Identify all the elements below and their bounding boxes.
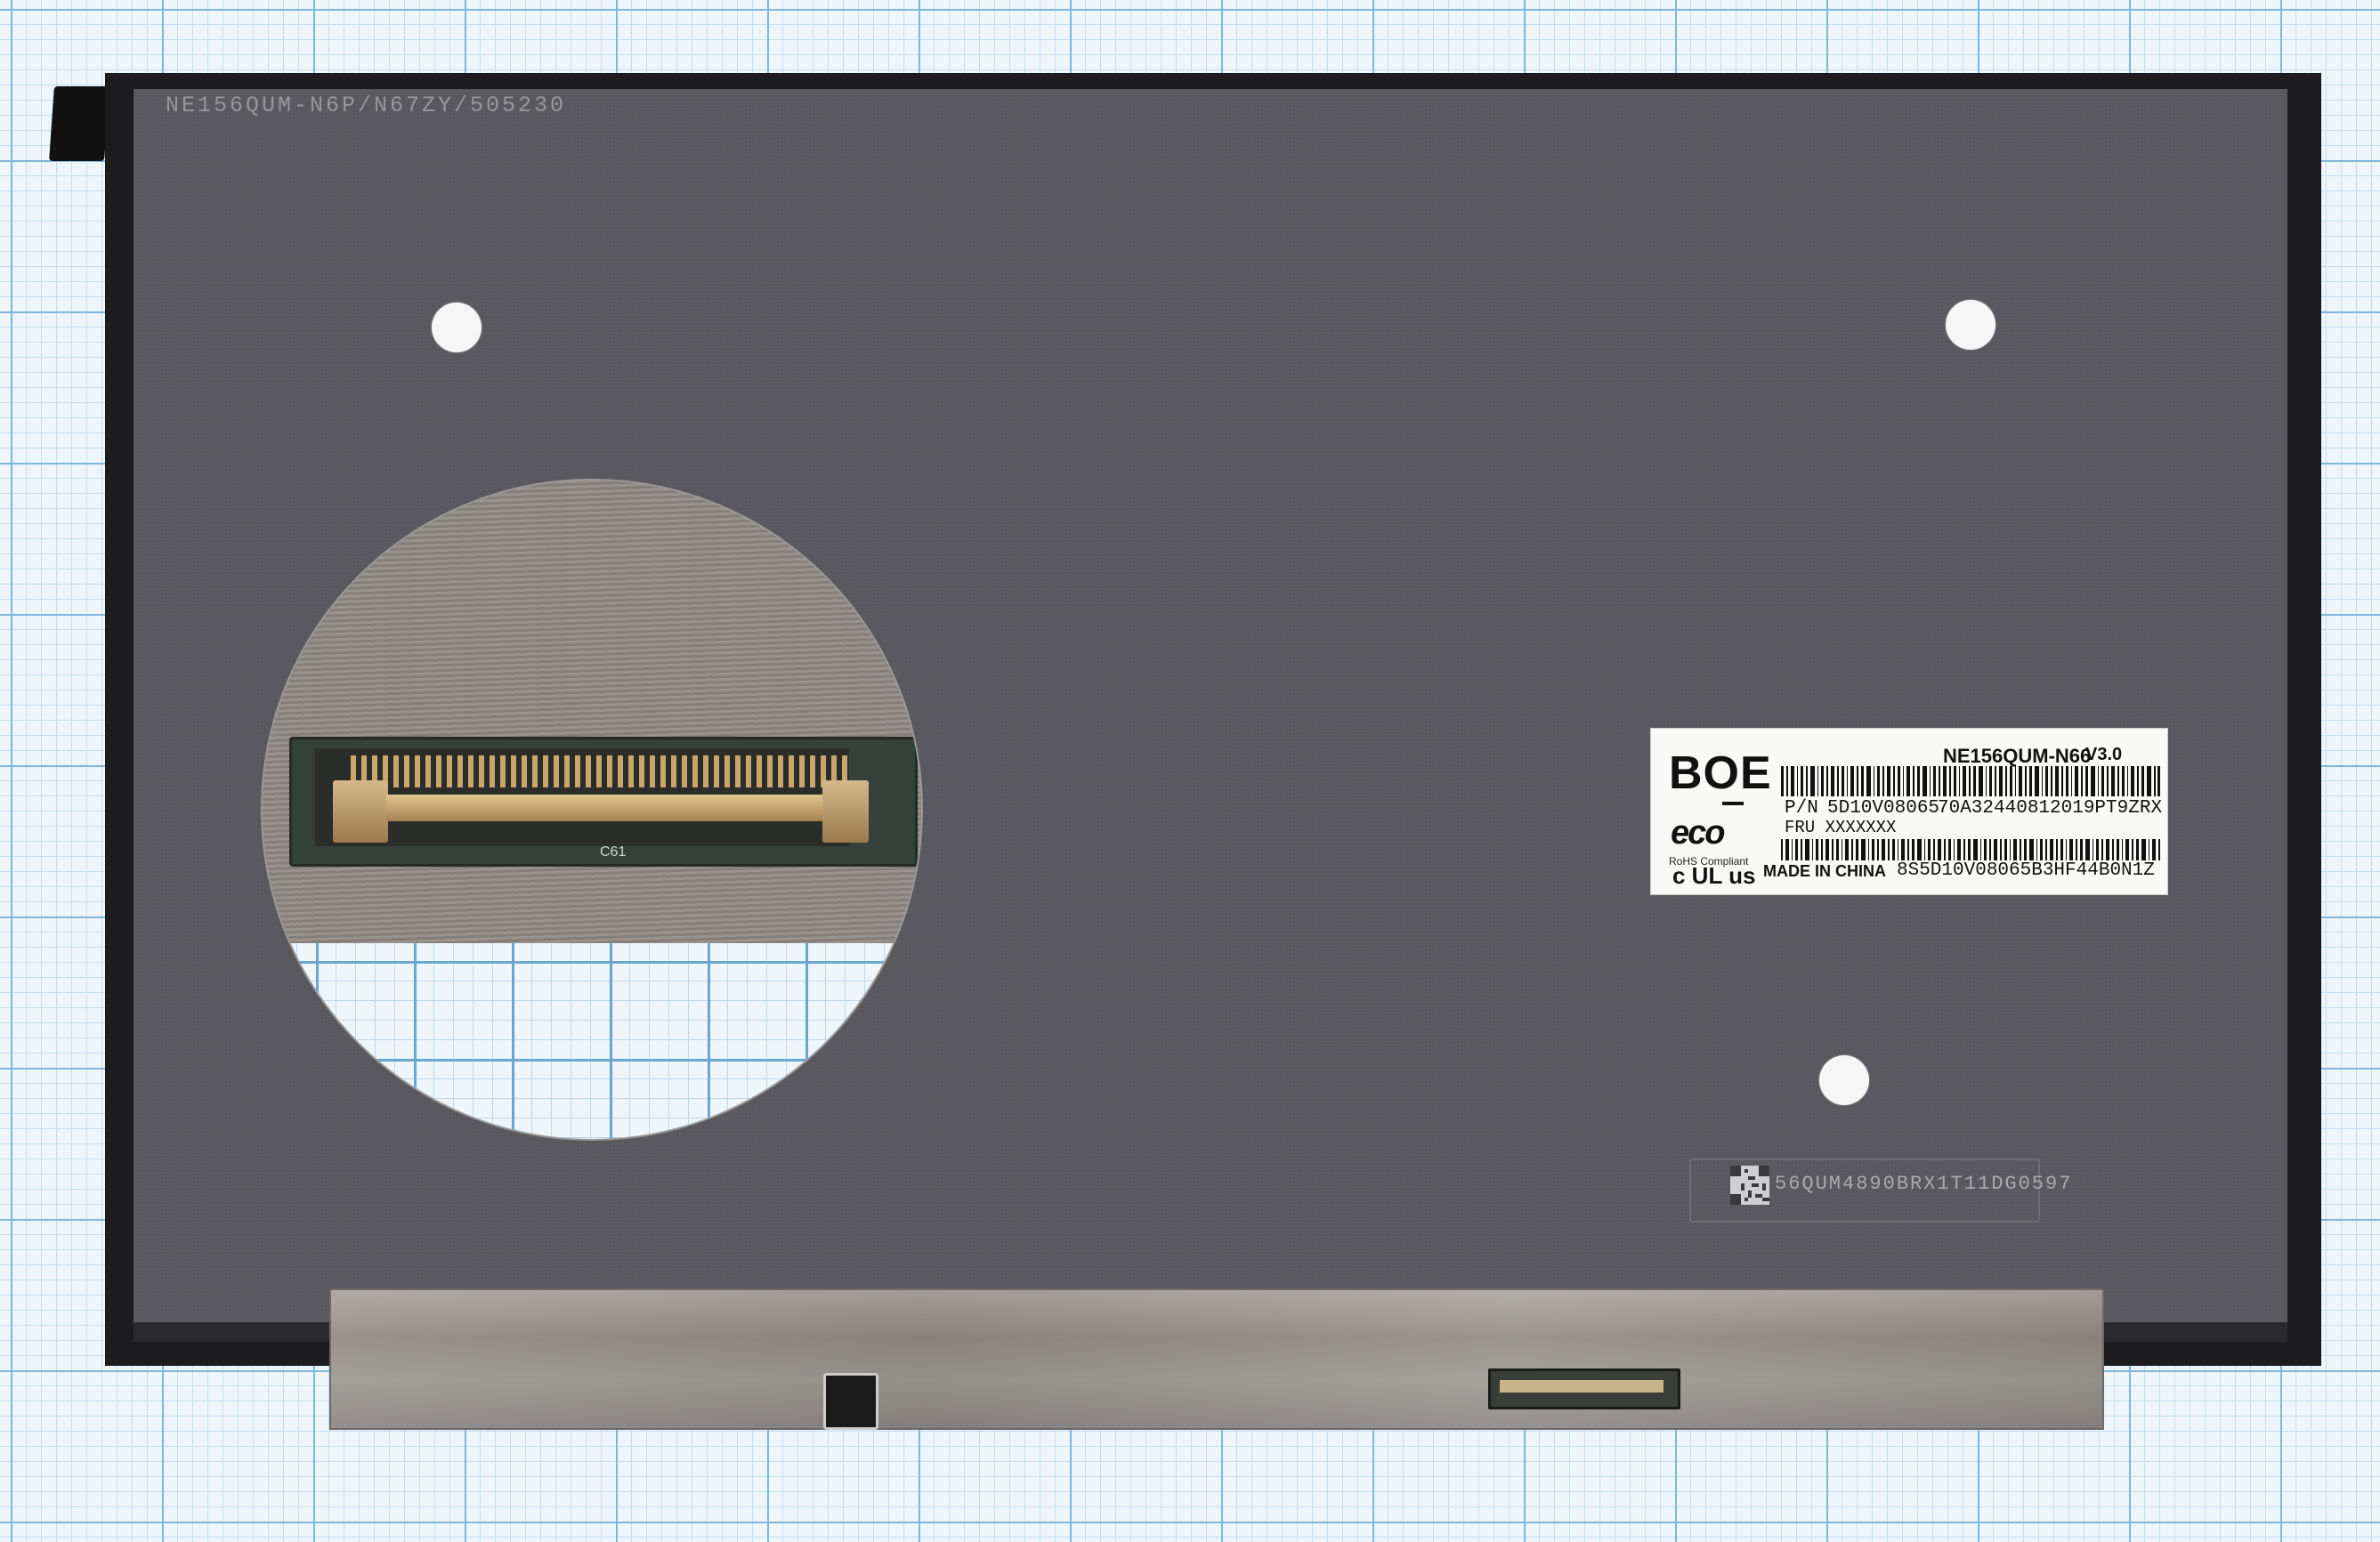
zoom-fabric-background: [263, 480, 921, 943]
product-label: BOE eco RoHS Compliant c UL us NE156QUM-…: [1650, 728, 2168, 895]
zoom-connector-board: C61: [289, 737, 918, 867]
fru-text: FRU XXXXXXX: [1785, 818, 1897, 837]
connector-icon: [1488, 1368, 1680, 1409]
model-number: NE156QUM-N66: [1943, 745, 2092, 767]
fpc-pull-tab: [823, 1373, 878, 1430]
zoom-bracket-right: [822, 780, 869, 843]
lot-code-text: 56QUM4890BRX1T11DG0597: [1775, 1173, 2073, 1195]
brand-logo-text: BOE: [1669, 747, 1772, 799]
connector-zoom-view: C61: [263, 480, 921, 1139]
zoom-connector-housing: [315, 748, 869, 846]
fpc-sheen: [331, 1290, 2102, 1428]
fpc-cable: [329, 1288, 2104, 1430]
made-in-text: MADE IN CHINA: [1763, 862, 1886, 880]
qr-code-icon: [1730, 1166, 1769, 1205]
tape-tab: [49, 86, 109, 161]
zoom-connector-rail: [386, 795, 822, 821]
label-code-1: 70A32440812019PT9ZRX: [1938, 798, 2163, 819]
mount-hole-top-left: [432, 303, 482, 352]
version-text: V3.0: [2085, 745, 2123, 764]
label-code-2: 8S5D10V08065B3HF44B0N1Z: [1897, 860, 2155, 881]
zoom-grid-paper: [263, 943, 921, 1139]
connector-pins: [1500, 1380, 1664, 1393]
panel-serial-text: NE156QUM-N6P/N67ZY/505230: [166, 93, 567, 118]
mount-hole-bottom-right: [1819, 1055, 1869, 1105]
zoom-connector-pins: [351, 755, 849, 787]
brand-logo: BOE: [1669, 747, 1772, 805]
pn-label: P/N: [1785, 798, 1818, 819]
pn-value: 5D10V08065: [1827, 798, 1940, 819]
zoom-bracket-left: [333, 780, 388, 843]
barcode-icon: [1781, 766, 2160, 796]
brand-logo-underline: [1722, 802, 1744, 805]
ul-mark-icon: c UL us: [1672, 862, 1756, 889]
barcode-icon: [1781, 839, 2160, 860]
eco-logo: eco: [1671, 814, 1726, 852]
mount-hole-top-right: [1946, 300, 1995, 350]
zoom-silkscreen-text: C61: [600, 844, 627, 860]
